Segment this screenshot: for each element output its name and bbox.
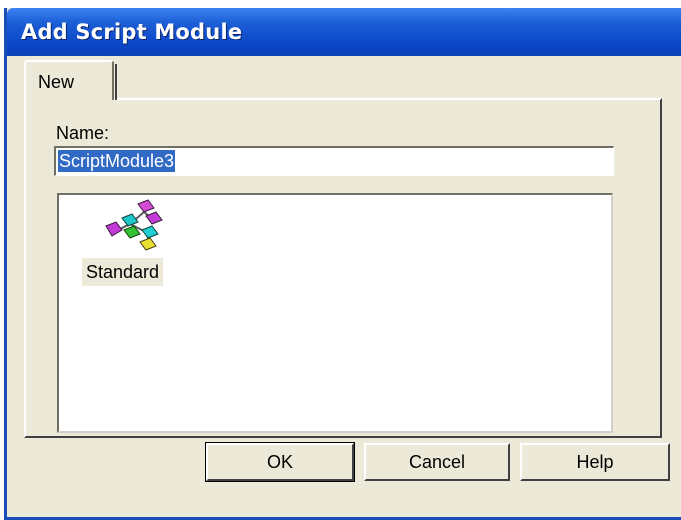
- tab-new[interactable]: New: [24, 60, 117, 100]
- tab-new-label: New: [38, 72, 75, 92]
- list-item-label: Standard: [82, 258, 164, 286]
- cancel-button[interactable]: Cancel: [364, 443, 510, 481]
- name-label: Name:: [56, 123, 110, 143]
- dialog-title: Add Script Module: [21, 20, 243, 44]
- help-button[interactable]: Help: [520, 443, 670, 481]
- tab-shadow: [115, 64, 117, 100]
- name-input-value[interactable]: ScriptModule3: [58, 150, 176, 172]
- ok-button[interactable]: OK: [205, 442, 355, 482]
- list-item-standard[interactable]: Standard: [82, 196, 192, 292]
- script-module-icon: [105, 199, 163, 251]
- title-bar[interactable]: Add Script Module: [7, 8, 681, 56]
